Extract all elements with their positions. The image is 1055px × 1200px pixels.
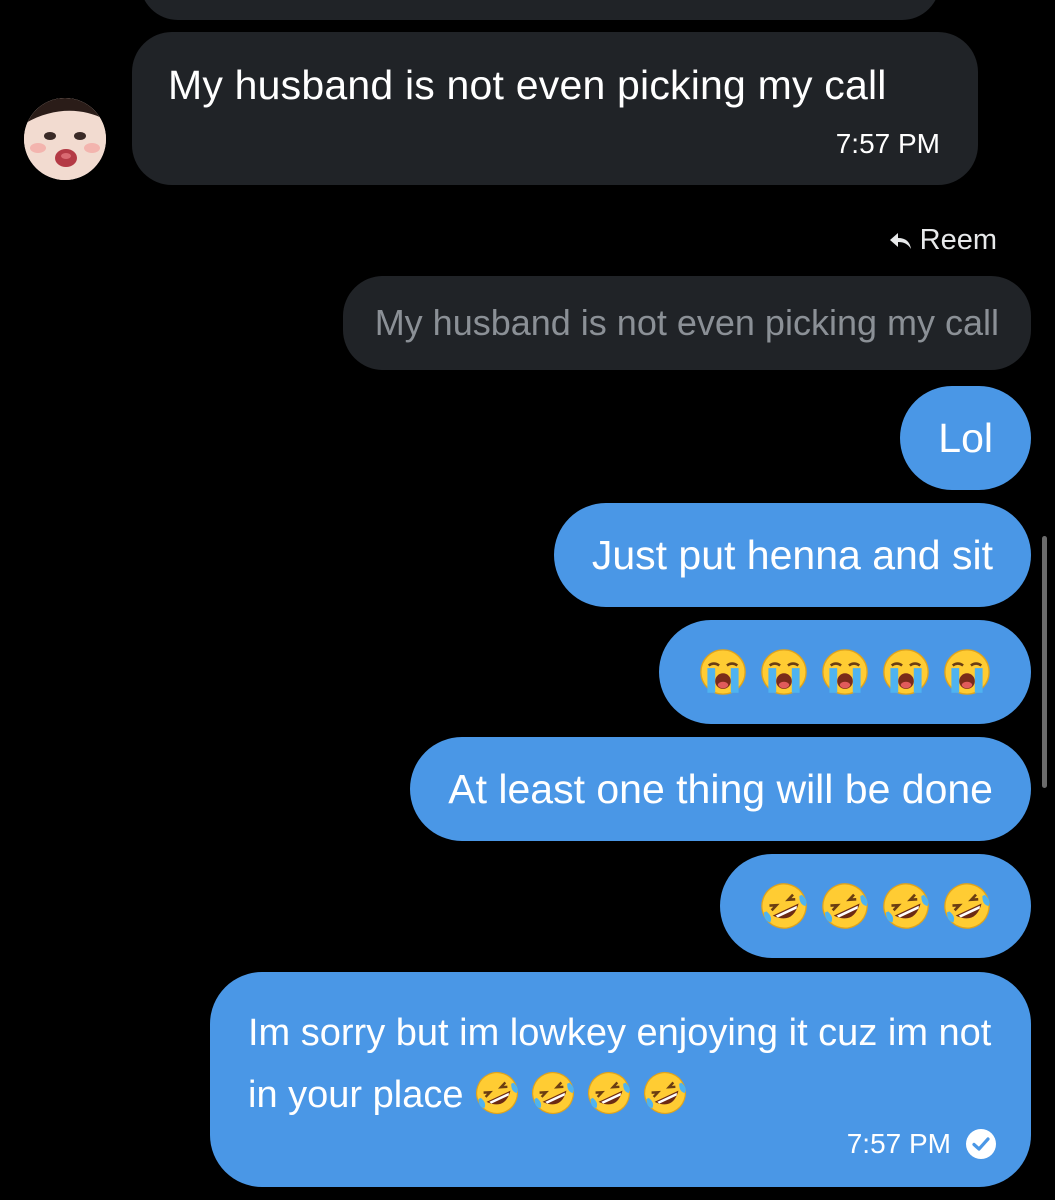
rolling-on-floor-laughing-icon — [944, 883, 990, 929]
sent-message-bubble[interactable]: Im sorry but im lowkey enjoying it cuz i… — [210, 972, 1031, 1187]
reply-arrow-icon — [889, 232, 911, 249]
scrollbar[interactable] — [1042, 536, 1047, 788]
emoji-group — [697, 646, 993, 698]
rolling-on-floor-laughing-icon — [761, 883, 807, 929]
rolling-on-floor-laughing-icon — [883, 883, 929, 929]
message-timestamp: 7:57 PM — [835, 128, 940, 159]
received-message-bubble[interactable]: My husband is not even picking my call 7… — [132, 32, 978, 185]
avatar-image — [24, 98, 106, 180]
avatar[interactable] — [24, 98, 106, 180]
emoji-group — [473, 1069, 689, 1117]
rolling-on-floor-laughing-icon — [476, 1072, 519, 1114]
message-text: Just put henna and sit — [591, 531, 993, 578]
loudly-crying-face-icon — [883, 649, 929, 695]
sent-message-bubble[interactable]: At least one thing will be done — [410, 737, 1031, 841]
quoted-message-text: My husband is not even picking my call — [374, 302, 999, 343]
sent-message-bubble[interactable]: Lol — [900, 386, 1031, 490]
loudly-crying-face-icon — [822, 649, 868, 695]
loudly-crying-face-icon — [944, 649, 990, 695]
rolling-on-floor-laughing-icon — [644, 1072, 687, 1114]
sent-message-bubble[interactable]: Just put henna and sit — [553, 503, 1031, 607]
reply-indicator: Reem — [888, 224, 997, 257]
rolling-on-floor-laughing-icon — [822, 883, 868, 929]
emoji-group — [758, 880, 993, 932]
loudly-crying-face-icon — [700, 649, 746, 695]
rolling-on-floor-laughing-icon — [532, 1072, 575, 1114]
message-text: My husband is not even picking my call — [168, 62, 887, 108]
message-body: Im sorry but im lowkey enjoying it cuz i… — [248, 1002, 1008, 1126]
loudly-crying-face-icon — [761, 649, 807, 695]
reply-recipient-name: Reem — [919, 224, 997, 256]
rolling-on-floor-laughing-icon — [588, 1072, 631, 1114]
quoted-message[interactable]: My husband is not even picking my call — [342, 276, 1031, 370]
seen-check-icon — [966, 1129, 996, 1159]
message-timestamp: 7:57 PM — [846, 1128, 951, 1159]
sent-message-bubble[interactable] — [720, 854, 1031, 958]
sent-message-bubble[interactable] — [659, 620, 1031, 724]
message-text: Lol — [938, 414, 993, 461]
previous-message-bubble — [140, 0, 940, 20]
message-text: At least one thing will be done — [448, 765, 993, 812]
